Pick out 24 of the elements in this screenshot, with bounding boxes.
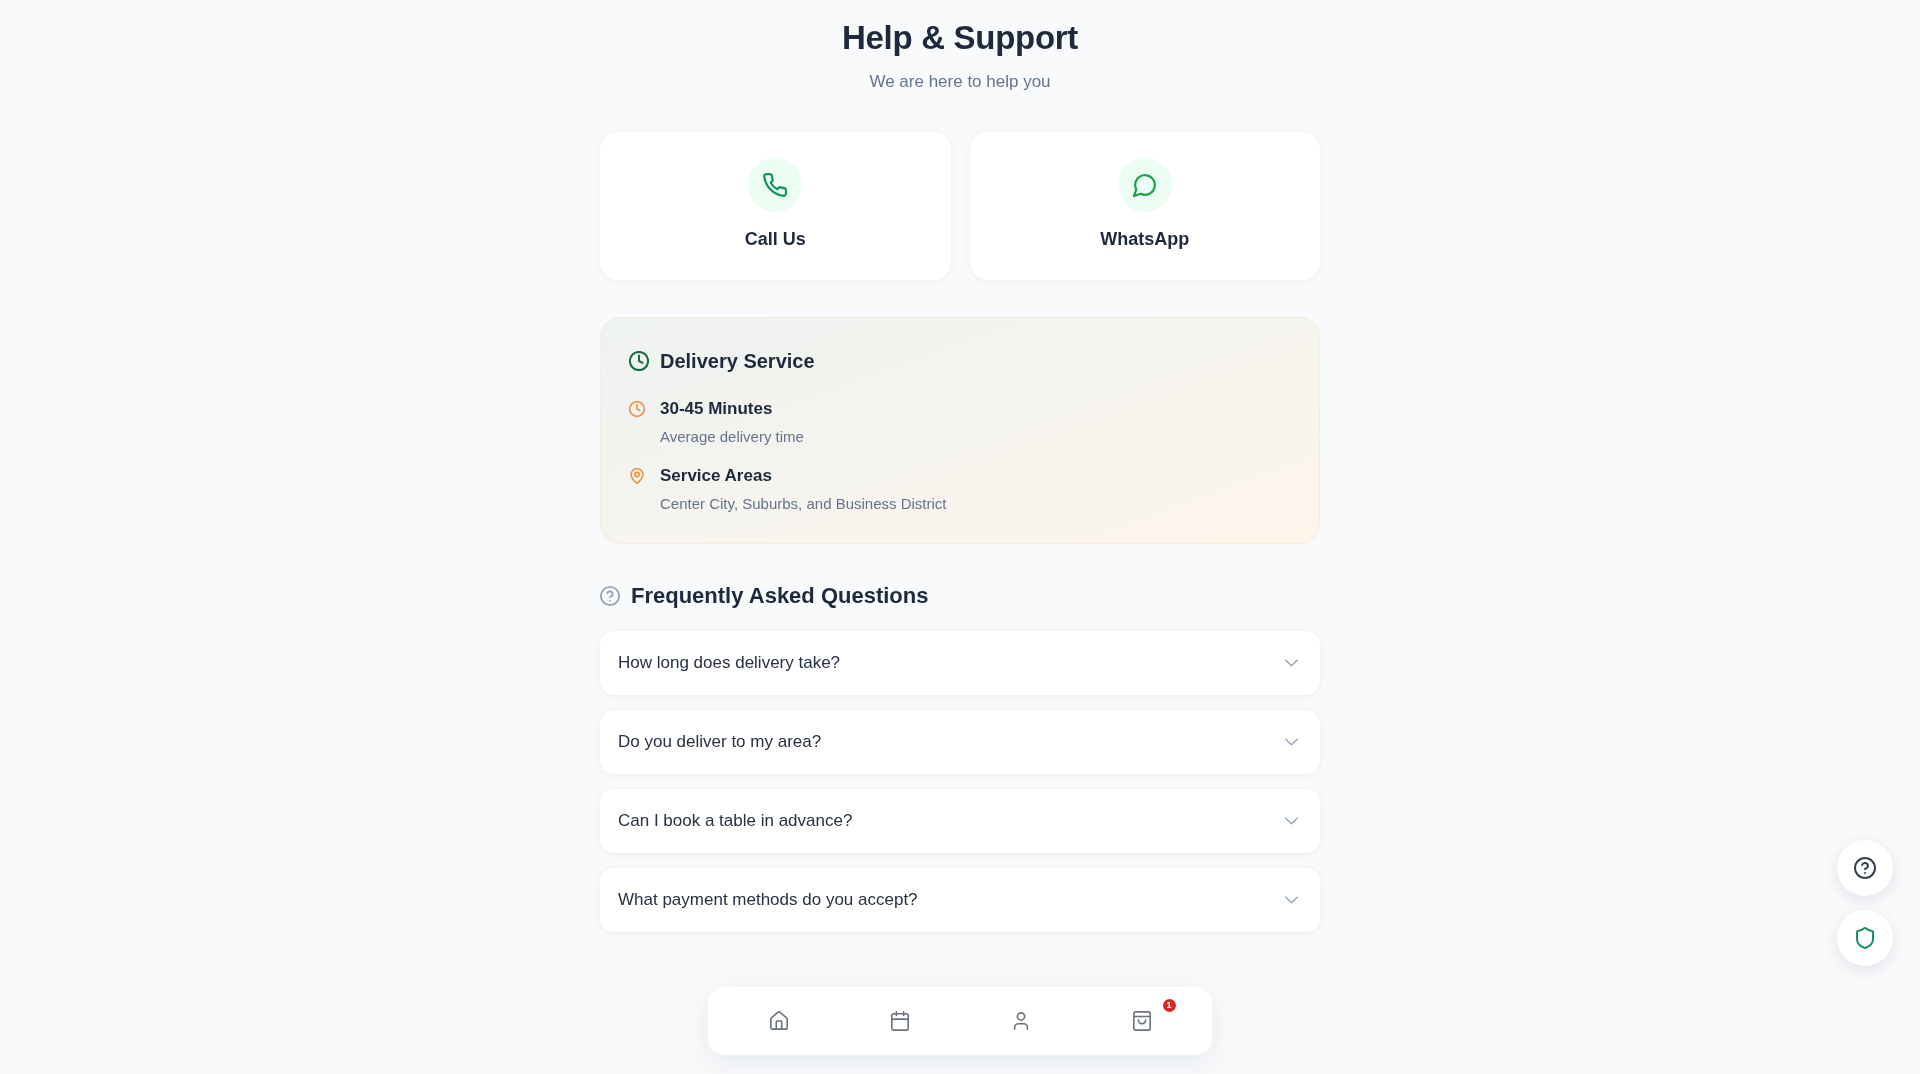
contact-card-button[interactable]: Call Us: [600, 132, 951, 280]
clock-icon: [629, 401, 645, 417]
page-subtitle: We are here to help you: [869, 71, 1051, 93]
help-icon: [1854, 857, 1876, 879]
faq-question-button[interactable]: What payment methods do you accept?: [600, 868, 1320, 932]
page-title: Help & Support: [842, 18, 1078, 58]
calendar-icon: [889, 1011, 910, 1031]
contact-card-button[interactable]: WhatsApp: [969, 132, 1320, 280]
info-title: 30-45 Minutes: [660, 398, 774, 420]
home-icon: [768, 1011, 789, 1031]
shield-icon: [1854, 927, 1876, 949]
info-description: Average delivery time: [660, 427, 804, 447]
help-icon: [600, 586, 620, 606]
faq-question-button[interactable]: Do you deliver to my area?: [600, 710, 1320, 774]
clock-icon: [629, 351, 649, 371]
faq-question-button[interactable]: Can I book a table in advance?: [600, 789, 1320, 853]
count-badge: 1: [1162, 999, 1176, 1012]
faq-question-button[interactable]: How long does delivery take?: [600, 631, 1320, 695]
section-title: Frequently Asked Questions: [631, 582, 929, 610]
map-pin-icon: [629, 468, 645, 484]
info-title: Service Areas: [660, 465, 773, 487]
shopping-bag-icon: [1131, 1011, 1152, 1031]
info-description: Center City, Suburbs, and Business District: [660, 494, 947, 514]
section-title: Delivery Service: [660, 349, 815, 374]
